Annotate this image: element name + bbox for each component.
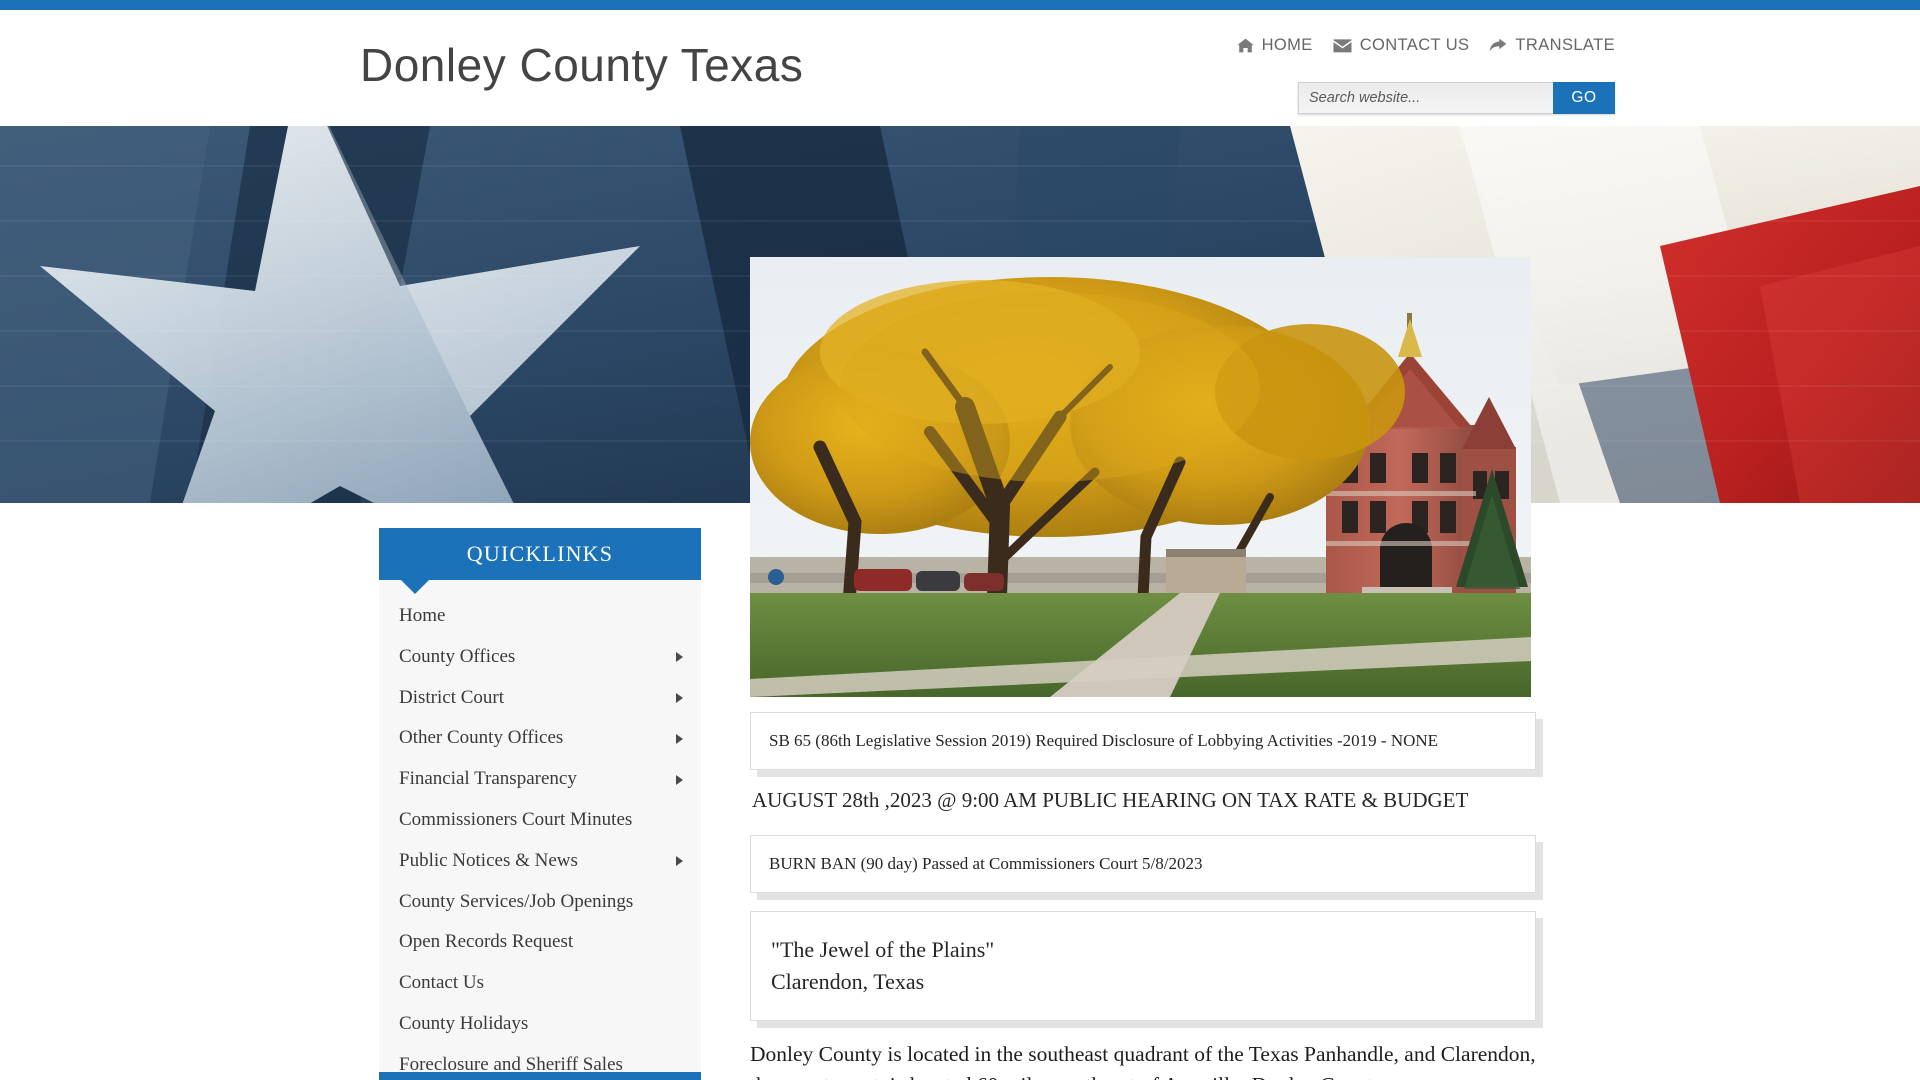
sidebar-item-label: Commissioners Court Minutes xyxy=(399,808,633,830)
quicklinks-header: QUICKLINKS xyxy=(379,528,701,594)
sidebar-item-label: Contact Us xyxy=(399,972,484,994)
motto-line-2: Clarendon, Texas xyxy=(771,968,925,994)
quicklinks-heading-label: QUICKLINKS xyxy=(466,541,614,566)
chevron-right-icon xyxy=(676,733,683,744)
site-header: Donley County Texas HOME CONTACT US TRAN… xyxy=(0,10,1920,126)
search-input[interactable] xyxy=(1298,82,1553,114)
quicklinks-sidebar: QUICKLINKS Home County Offices District … xyxy=(379,528,701,1080)
top-navigation: HOME CONTACT US TRANSLATE xyxy=(1236,36,1615,55)
sidebar-item-public-notices-news[interactable]: Public Notices & News xyxy=(379,841,701,882)
top-accent-bar xyxy=(0,0,1920,10)
courthouse-photo xyxy=(750,257,1531,697)
sidebar-item-other-county-offices[interactable]: Other County Offices xyxy=(379,718,701,759)
share-arrow-icon xyxy=(1489,38,1507,53)
nav-item-contact-us-label: CONTACT US xyxy=(1359,36,1470,54)
page-title: Donley County Texas xyxy=(360,39,804,91)
county-description-paragraph: Donley County is located in the southeas… xyxy=(750,1041,1536,1080)
secondary-panel-header xyxy=(379,1072,701,1080)
public-hearing-announcement: AUGUST 28th ,2023 @ 9:00 AM PUBLIC HEARI… xyxy=(750,788,1536,813)
sidebar-item-label: County Services/Job Openings xyxy=(399,890,634,912)
chevron-right-icon xyxy=(676,652,683,663)
motto-line-1: "The Jewel of the Plains" xyxy=(771,937,995,962)
sidebar-item-home[interactable]: Home xyxy=(379,596,701,637)
sidebar-item-financial-transparency[interactable]: Financial Transparency xyxy=(379,759,701,800)
home-icon xyxy=(1236,38,1254,53)
sidebar-item-county-services-job-openings[interactable]: County Services/Job Openings xyxy=(379,882,701,923)
sidebar-item-label: Open Records Request xyxy=(399,931,574,953)
sidebar-item-label: District Court xyxy=(399,686,505,708)
chevron-right-icon xyxy=(676,692,683,703)
sidebar-item-open-records-request[interactable]: Open Records Request xyxy=(379,922,701,963)
notice-burn-ban: BURN BAN (90 day) Passed at Commissioner… xyxy=(750,835,1536,893)
sidebar-item-label: Home xyxy=(399,605,446,626)
notice-text: BURN BAN (90 day) Passed at Commissioner… xyxy=(769,854,1203,873)
notice-text: SB 65 (86th Legislative Session 2019) Re… xyxy=(769,731,1439,750)
site-search: GO xyxy=(1298,82,1615,114)
chevron-right-icon xyxy=(676,774,683,785)
sidebar-item-label: Other County Offices xyxy=(399,727,564,749)
chevron-right-icon xyxy=(676,856,683,867)
sidebar-item-label: County Offices xyxy=(399,645,516,667)
nav-item-home[interactable]: HOME xyxy=(1236,36,1313,55)
panel-notch-triangle-icon xyxy=(401,580,429,594)
sidebar-item-contact-us[interactable]: Contact Us xyxy=(379,963,701,1004)
notice-county-motto: "The Jewel of the Plains" Clarendon, Tex… xyxy=(750,911,1536,1021)
sidebar-item-commissioners-court-minutes[interactable]: Commissioners Court Minutes xyxy=(379,800,701,841)
sidebar-item-label: Financial Transparency xyxy=(399,768,577,790)
envelope-icon xyxy=(1333,38,1352,53)
search-go-button[interactable]: GO xyxy=(1553,82,1615,114)
main-content: SB 65 (86th Legislative Session 2019) Re… xyxy=(750,712,1536,1080)
sidebar-item-county-holidays[interactable]: County Holidays xyxy=(379,1004,701,1045)
quicklinks-menu: Home County Offices District Court Other… xyxy=(379,580,701,1080)
announcement-text: AUGUST 28th ,2023 @ 9:00 AM PUBLIC HEARI… xyxy=(752,788,1469,812)
nav-item-home-label: HOME xyxy=(1261,36,1313,54)
nav-item-translate[interactable]: TRANSLATE xyxy=(1489,36,1615,55)
notice-lobbying-disclosure: SB 65 (86th Legislative Session 2019) Re… xyxy=(750,712,1536,770)
sidebar-item-district-court[interactable]: District Court xyxy=(379,678,701,719)
sidebar-item-label: Public Notices & News xyxy=(399,849,578,871)
nav-item-translate-label: TRANSLATE xyxy=(1515,36,1615,54)
sidebar-item-county-offices[interactable]: County Offices xyxy=(379,637,701,678)
sidebar-item-label: County Holidays xyxy=(399,1012,529,1034)
nav-item-contact-us[interactable]: CONTACT US xyxy=(1333,36,1470,55)
